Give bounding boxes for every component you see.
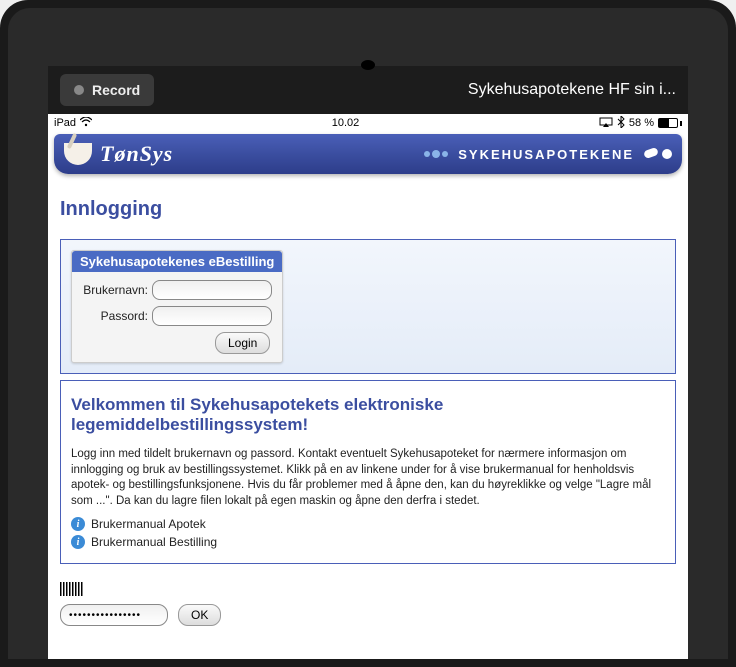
battery-icon [658,118,682,128]
username-label: Brukernavn: [80,283,152,297]
top-bar: Record Sykehusapotekene HF sin i... [48,66,688,114]
bluetooth-icon [617,116,625,131]
device-label: iPad [54,117,76,129]
manual-apotek-link[interactable]: i Brukermanual Apotek [71,517,665,531]
ipad-status-bar: iPad 10.02 58 % [48,114,688,132]
username-input[interactable] [152,280,272,300]
manual-apotek-label: Brukermanual Apotek [91,517,206,531]
record-indicator-icon [74,85,84,95]
tablet-inner: Record Sykehusapotekene HF sin i... iPad… [8,8,728,659]
app-banner: TønSys SYKEHUSAPOTEKENE [54,134,682,174]
info-icon: i [71,535,85,549]
welcome-title: Velkommen til Sykehusapotekets elektroni… [71,395,665,435]
record-label: Record [92,82,140,98]
record-button[interactable]: Record [60,74,154,106]
mortar-pestle-icon [64,143,92,165]
airplay-icon [599,117,613,130]
password-label: Passord: [80,309,152,323]
password-input[interactable] [152,306,272,326]
brand-logo-text: TønSys [100,141,173,167]
pills-icon [644,149,672,159]
welcome-panel: Velkommen til Sykehusapotekets elektroni… [60,380,676,564]
ipad-screen: iPad 10.02 58 % [48,114,688,659]
barcode-icon [60,582,84,596]
ok-button[interactable]: OK [178,604,221,626]
welcome-text: Logg inn med tildelt brukernavn og passo… [71,447,665,509]
login-button[interactable]: Login [215,332,270,354]
login-box: Sykehusapotekenes eBestilling Brukernavn… [71,250,283,363]
info-icon: i [71,517,85,531]
wifi-icon [80,117,92,130]
status-time: 10.02 [332,117,360,129]
manual-bestilling-link[interactable]: i Brukermanual Bestilling [71,535,665,549]
login-box-title: Sykehusapotekenes eBestilling [72,251,282,272]
pin-input[interactable] [60,604,168,626]
battery-pct: 58 % [629,117,654,129]
page-title: Innlogging [60,198,676,221]
org-logo-icon [424,150,448,158]
org-name: SYKEHUSAPOTEKENE [458,147,634,162]
bottom-row: OK [48,596,688,626]
camera-icon [361,60,375,70]
tablet-frame: Record Sykehusapotekene HF sin i... iPad… [0,0,736,667]
manual-bestilling-label: Brukermanual Bestilling [91,535,217,549]
login-panel: Sykehusapotekenes eBestilling Brukernavn… [60,239,676,374]
top-bar-title: Sykehusapotekene HF sin i... [468,81,676,99]
